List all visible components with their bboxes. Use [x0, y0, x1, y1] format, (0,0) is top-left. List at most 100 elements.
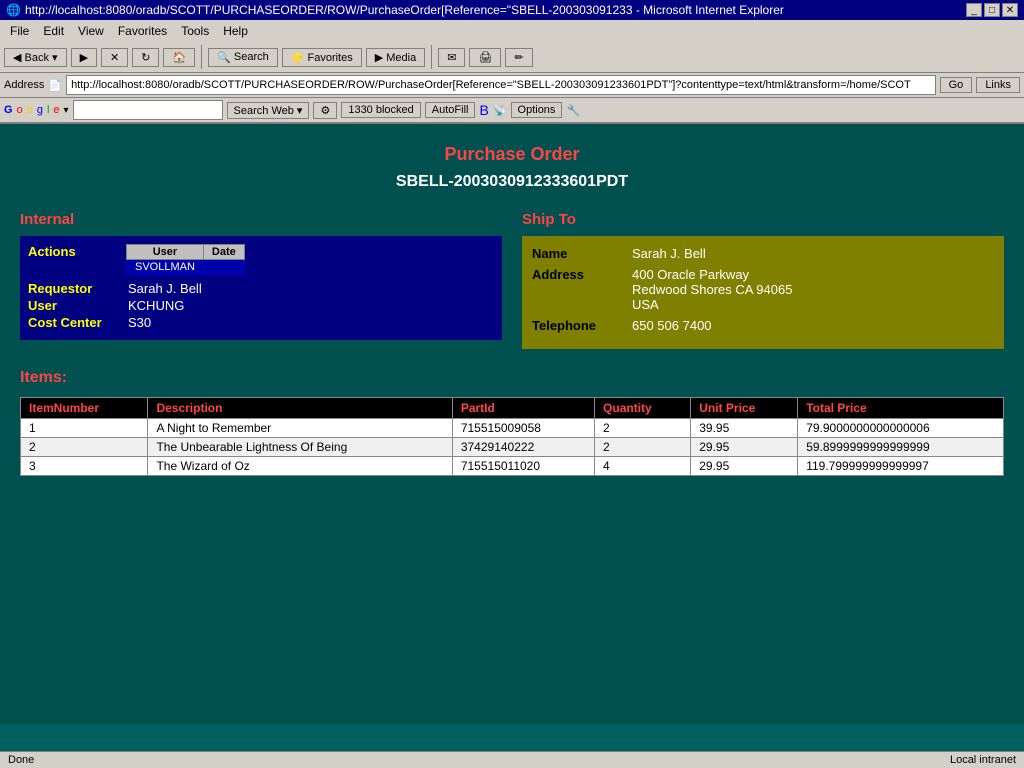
options-button[interactable]: Options	[511, 102, 563, 118]
browser-icon: 🌐	[6, 3, 21, 17]
cell-quantity: 4	[595, 457, 691, 476]
name-row: Name Sarah J. Bell	[532, 246, 994, 261]
links-button[interactable]: Links	[976, 77, 1020, 93]
cell-description: The Unbearable Lightness Of Being	[148, 438, 452, 457]
menu-view[interactable]: View	[72, 22, 110, 40]
status-right: Local intranet	[950, 754, 1016, 766]
cell-quantity: 2	[595, 419, 691, 438]
col-description: Description	[148, 398, 452, 419]
close-button[interactable]: ✕	[1002, 3, 1018, 17]
address-value: 400 Oracle Parkway Redwood Shores CA 940…	[632, 267, 792, 312]
col-quantity: Quantity	[595, 398, 691, 419]
separator-1	[201, 45, 202, 69]
menu-bar: File Edit View Favorites Tools Help	[0, 20, 1024, 42]
cell-partid: 715515009058	[452, 419, 594, 438]
shipto-box: Name Sarah J. Bell Address 400 Oracle Pa…	[522, 236, 1004, 349]
col-unitprice: Unit Price	[691, 398, 798, 419]
col-itemnumber: ItemNumber	[21, 398, 148, 419]
user-label: User	[28, 298, 128, 313]
address-label: Address	[532, 267, 632, 312]
internal-section: Internal Actions User Date SVOLLMAN	[20, 211, 502, 349]
google-toolbar: Google ▾ Search Web ▾ ⚙ 1330 blocked Aut…	[0, 98, 1024, 124]
title-bar: 🌐 http://localhost:8080/oradb/SCOTT/PURC…	[0, 0, 1024, 20]
forward-button[interactable]: ▶	[71, 48, 97, 67]
menu-tools[interactable]: Tools	[175, 22, 215, 40]
telephone-row: Telephone 650 506 7400	[532, 318, 994, 333]
page-icon: 📄	[48, 79, 62, 92]
favorites-button[interactable]: ⭐ Favorites	[282, 48, 362, 67]
cell-totalprice: 59.8999999999999999	[798, 438, 1004, 457]
user-value-cell: SVOLLMAN	[127, 260, 204, 275]
window-title: http://localhost:8080/oradb/SCOTT/PURCHA…	[25, 3, 784, 17]
main-sections: Internal Actions User Date SVOLLMAN	[20, 211, 1004, 349]
menu-file[interactable]: File	[4, 22, 35, 40]
wrench-icon: 🔧	[566, 104, 580, 117]
requestor-row: Requestor Sarah J. Bell	[28, 281, 494, 296]
go-button[interactable]: Go	[940, 77, 973, 93]
cell-item: 3	[21, 457, 148, 476]
table-row: 3 The Wizard of Oz 715515011020 4 29.95 …	[21, 457, 1004, 476]
user-value: KCHUNG	[128, 298, 184, 313]
stop-button[interactable]: ✕	[101, 48, 128, 67]
menu-help[interactable]: Help	[217, 22, 254, 40]
items-section: Items: ItemNumber Description PartId Qua…	[20, 369, 1004, 476]
cell-totalprice: 79.9000000000000006	[798, 419, 1004, 438]
separator-2	[431, 45, 432, 69]
autofill-button[interactable]: AutoFill	[425, 102, 476, 118]
items-table: ItemNumber Description PartId Quantity U…	[20, 397, 1004, 476]
internal-box: Actions User Date SVOLLMAN Requestor	[20, 236, 502, 340]
cell-unitprice: 29.95	[691, 438, 798, 457]
costcenter-label: Cost Center	[28, 315, 128, 330]
back-button[interactable]: ◀ Back ▾	[4, 48, 67, 67]
telephone-value: 650 506 7400	[632, 318, 712, 333]
date-value-cell	[203, 260, 244, 275]
name-value: Sarah J. Bell	[632, 246, 706, 261]
order-id: SBELL-2003030912333601PDT	[20, 169, 1004, 211]
cell-description: The Wizard of Oz	[148, 457, 452, 476]
mail-button[interactable]: ✉	[438, 48, 465, 67]
page-title: Purchase Order	[20, 134, 1004, 169]
cell-unitprice: 39.95	[691, 419, 798, 438]
telephone-label: Telephone	[532, 318, 632, 333]
address-input[interactable]	[66, 75, 936, 95]
home-button[interactable]: 🏠	[163, 48, 195, 67]
table-row: 2 The Unbearable Lightness Of Being 3742…	[21, 438, 1004, 457]
page-content: Purchase Order SBELL-2003030912333601PDT…	[0, 124, 1024, 724]
search-button[interactable]: 🔍 Search	[208, 48, 278, 67]
blocked-label: 1330 blocked	[341, 102, 420, 118]
edit-button[interactable]: ✏	[505, 48, 532, 67]
print-button[interactable]: 🖨	[469, 48, 501, 67]
dropdown-arrow-icon: ▾	[64, 105, 69, 116]
cell-partid: 37429140222	[452, 438, 594, 457]
user-date-table: User Date SVOLLMAN	[126, 244, 245, 275]
google-search-input[interactable]	[73, 100, 223, 120]
media-button[interactable]: ▶ Media	[366, 48, 425, 67]
toolbar: ◀ Back ▾ ▶ ✕ ↻ 🏠 🔍 Search ⭐ Favorites ▶ …	[0, 42, 1024, 73]
table-row: 1 A Night to Remember 715515009058 2 39.…	[21, 419, 1004, 438]
items-title: Items:	[20, 369, 1004, 387]
menu-favorites[interactable]: Favorites	[112, 22, 173, 40]
cell-item: 2	[21, 438, 148, 457]
refresh-button[interactable]: ↻	[132, 48, 159, 67]
col-totalprice: Total Price	[798, 398, 1004, 419]
google-label: G	[4, 104, 13, 116]
minimize-button[interactable]: _	[966, 3, 982, 17]
address-bar: Address 📄 Go Links	[0, 73, 1024, 98]
address-label: Address	[4, 79, 44, 91]
maximize-button[interactable]: □	[984, 3, 1000, 17]
shipto-title: Ship To	[522, 211, 1004, 228]
status-left: Done	[8, 754, 34, 766]
blogger-icon: B	[479, 102, 488, 118]
cell-unitprice: 29.95	[691, 457, 798, 476]
shipto-section: Ship To Name Sarah J. Bell Address 400 O…	[522, 211, 1004, 349]
search-web-button[interactable]: Search Web ▾	[227, 102, 310, 119]
cell-totalprice: 119.799999999999997	[798, 457, 1004, 476]
actions-row: Actions User Date SVOLLMAN	[28, 244, 494, 275]
table-header-row: ItemNumber Description PartId Quantity U…	[21, 398, 1004, 419]
menu-edit[interactable]: Edit	[37, 22, 70, 40]
address-row: Address 400 Oracle Parkway Redwood Shore…	[532, 267, 994, 312]
google-options-button[interactable]: ⚙	[313, 102, 337, 119]
user-col-header: User	[127, 245, 204, 260]
cell-description: A Night to Remember	[148, 419, 452, 438]
actions-label: Actions	[28, 244, 118, 259]
